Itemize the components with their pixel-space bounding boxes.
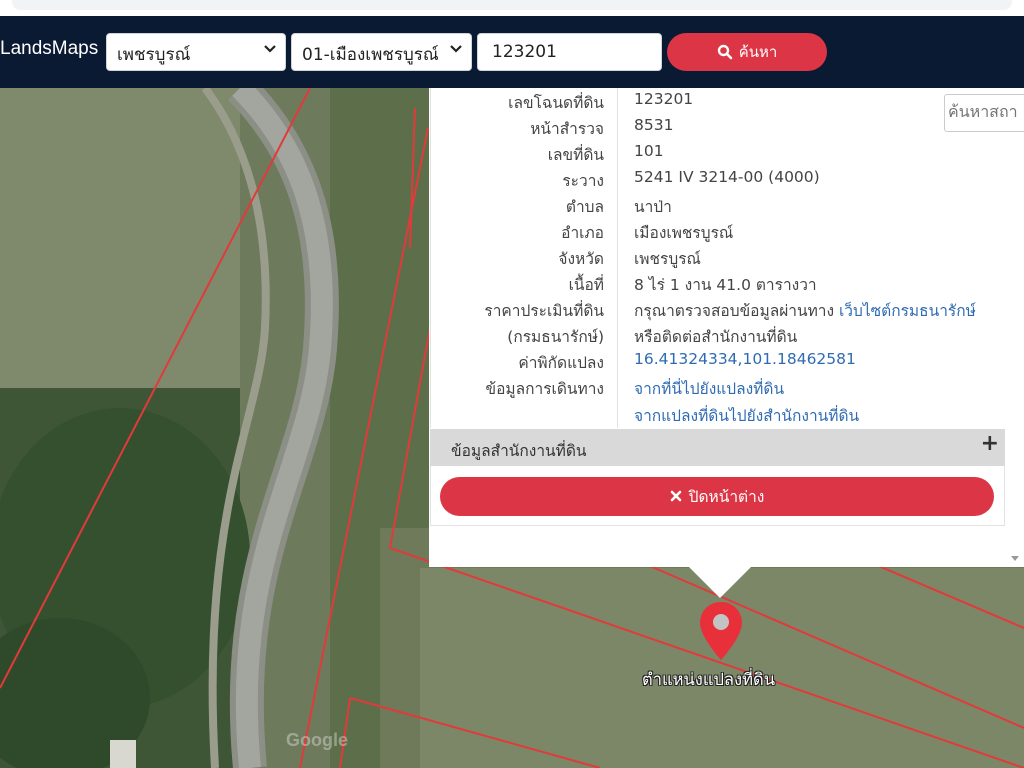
info-row-subdistrict: ตำบล นาป่า [431, 192, 1006, 218]
treasury-website-link[interactable]: เว็บไซต์กรมธนารักษ์ [839, 302, 976, 320]
info-label: เลขโฉนดที่ดิน [508, 94, 604, 112]
land-office-section-label: ข้อมูลสำนักงานที่ดิน [451, 442, 587, 460]
info-row-directions: ข้อมูลการเดินทาง จากที่นี่ไปยังแปลงที่ดิ… [431, 374, 1006, 400]
map-place-search-input[interactable] [944, 94, 1024, 132]
popup-pointer [688, 566, 752, 598]
info-row-deed: เลขโฉนดที่ดิน 123201 [431, 88, 1006, 114]
info-row-survey-page: หน้าสำรวจ 8531 [431, 114, 1006, 140]
browser-top-strip [0, 0, 1024, 16]
scroll-down-icon[interactable] [1011, 556, 1019, 561]
info-label: อำเภอ [561, 224, 604, 242]
info-label: จังหวัด [558, 250, 604, 268]
brand-logo[interactable]: LandsMaps [0, 38, 98, 60]
search-icon [717, 44, 733, 60]
land-office-section[interactable]: ข้อมูลสำนักงานที่ดิน + [430, 429, 1005, 466]
close-icon [670, 488, 682, 506]
info-value: 5241 IV 3214-00 (4000) [634, 168, 820, 186]
info-value: เพชรบูรณ์ [634, 250, 701, 268]
chevron-down-icon [263, 41, 277, 59]
address-bar-fragment [12, 0, 1012, 10]
info-value: 8531 [634, 116, 674, 134]
info-value: 8 ไร่ 1 งาน 41.0 ตารางวา [634, 276, 817, 294]
map-watermark: Google [286, 730, 348, 750]
directions-to-office-link[interactable]: จากแปลงที่ดินไปยังสำนักงานที่ดิน [634, 403, 859, 428]
chevron-down-icon [449, 41, 463, 59]
info-row-land-number: เลขที่ดิน 101 [431, 140, 1006, 166]
province-select[interactable]: เพชรบูรณ์ [106, 33, 286, 71]
appraisal-text: กรุณาตรวจสอบข้อมูลผ่านทาง [634, 302, 839, 320]
info-label: ตำบล [565, 198, 604, 216]
info-row-appraisal-2: (กรมธนารักษ์) หรือติดต่อสำนักงานที่ดิน [431, 322, 1006, 348]
info-row-directions-2: จากแปลงที่ดินไปยังสำนักงานที่ดิน [431, 401, 1006, 427]
district-select[interactable]: 01-เมืองเพชรบูรณ์ [291, 33, 472, 71]
info-row-map-sheet: ระวาง 5241 IV 3214-00 (4000) [431, 166, 1006, 192]
deed-number-input[interactable] [477, 33, 662, 71]
info-label: เลขที่ดิน [547, 146, 604, 164]
info-row-coordinates: ค่าพิกัดแปลง 16.41324334,101.18462581 [431, 348, 1006, 374]
info-row-province: จังหวัด เพชรบูรณ์ [431, 244, 1006, 270]
info-value: กรุณาตรวจสอบข้อมูลผ่านทาง เว็บไซต์กรมธนา… [634, 298, 976, 323]
parcel-info-table: เลขโฉนดที่ดิน 123201 หน้าสำรวจ 8531 เลขท… [430, 88, 1005, 428]
info-value: นาป่า [634, 198, 672, 216]
info-value: หรือติดต่อสำนักงานที่ดิน [634, 328, 798, 346]
parcel-location-label: ตำแหน่งแปลงที่ดิน [642, 670, 775, 689]
close-window-label: ปิดหน้าต่าง [688, 488, 765, 506]
info-row-district: อำเภอ เมืองเพชรบูรณ์ [431, 218, 1006, 244]
info-label: ระวาง [562, 172, 604, 190]
search-button[interactable]: ค้นหา [667, 33, 827, 71]
info-label: ราคาประเมินที่ดิน [484, 302, 604, 320]
popup-scrollbar[interactable] [1006, 88, 1024, 567]
info-value: เมืองเพชรบูรณ์ [634, 224, 734, 242]
info-label: (กรมธนารักษ์) [507, 328, 604, 346]
plus-icon[interactable]: + [981, 431, 999, 456]
map-pin-icon[interactable] [699, 601, 743, 665]
directions-to-parcel-link[interactable]: จากที่นี่ไปยังแปลงที่ดิน [634, 376, 784, 401]
close-window-button[interactable]: ปิดหน้าต่าง [440, 477, 994, 516]
info-row-appraisal: ราคาประเมินที่ดิน กรุณาตรวจสอบข้อมูลผ่าน… [431, 296, 1006, 322]
navbar: LandsMaps เพชรบูรณ์ 01-เมืองเพชรบูรณ์ ค้… [0, 16, 1024, 88]
info-value: 123201 [634, 90, 694, 108]
province-select-value: เพชรบูรณ์ [117, 45, 191, 65]
info-label: ค่าพิกัดแปลง [518, 354, 604, 372]
district-select-value: 01-เมืองเพชรบูรณ์ [302, 45, 439, 65]
info-label: ข้อมูลการเดินทาง [485, 380, 604, 398]
info-label: หน้าสำรวจ [530, 120, 604, 138]
coordinates-link[interactable]: 16.41324334,101.18462581 [634, 350, 856, 368]
info-label: เนื้อที่ [568, 276, 604, 294]
info-value: 101 [634, 142, 664, 160]
search-button-label: ค้นหา [738, 43, 778, 61]
info-row-area: เนื้อที่ 8 ไร่ 1 งาน 41.0 ตารางวา [431, 270, 1006, 296]
